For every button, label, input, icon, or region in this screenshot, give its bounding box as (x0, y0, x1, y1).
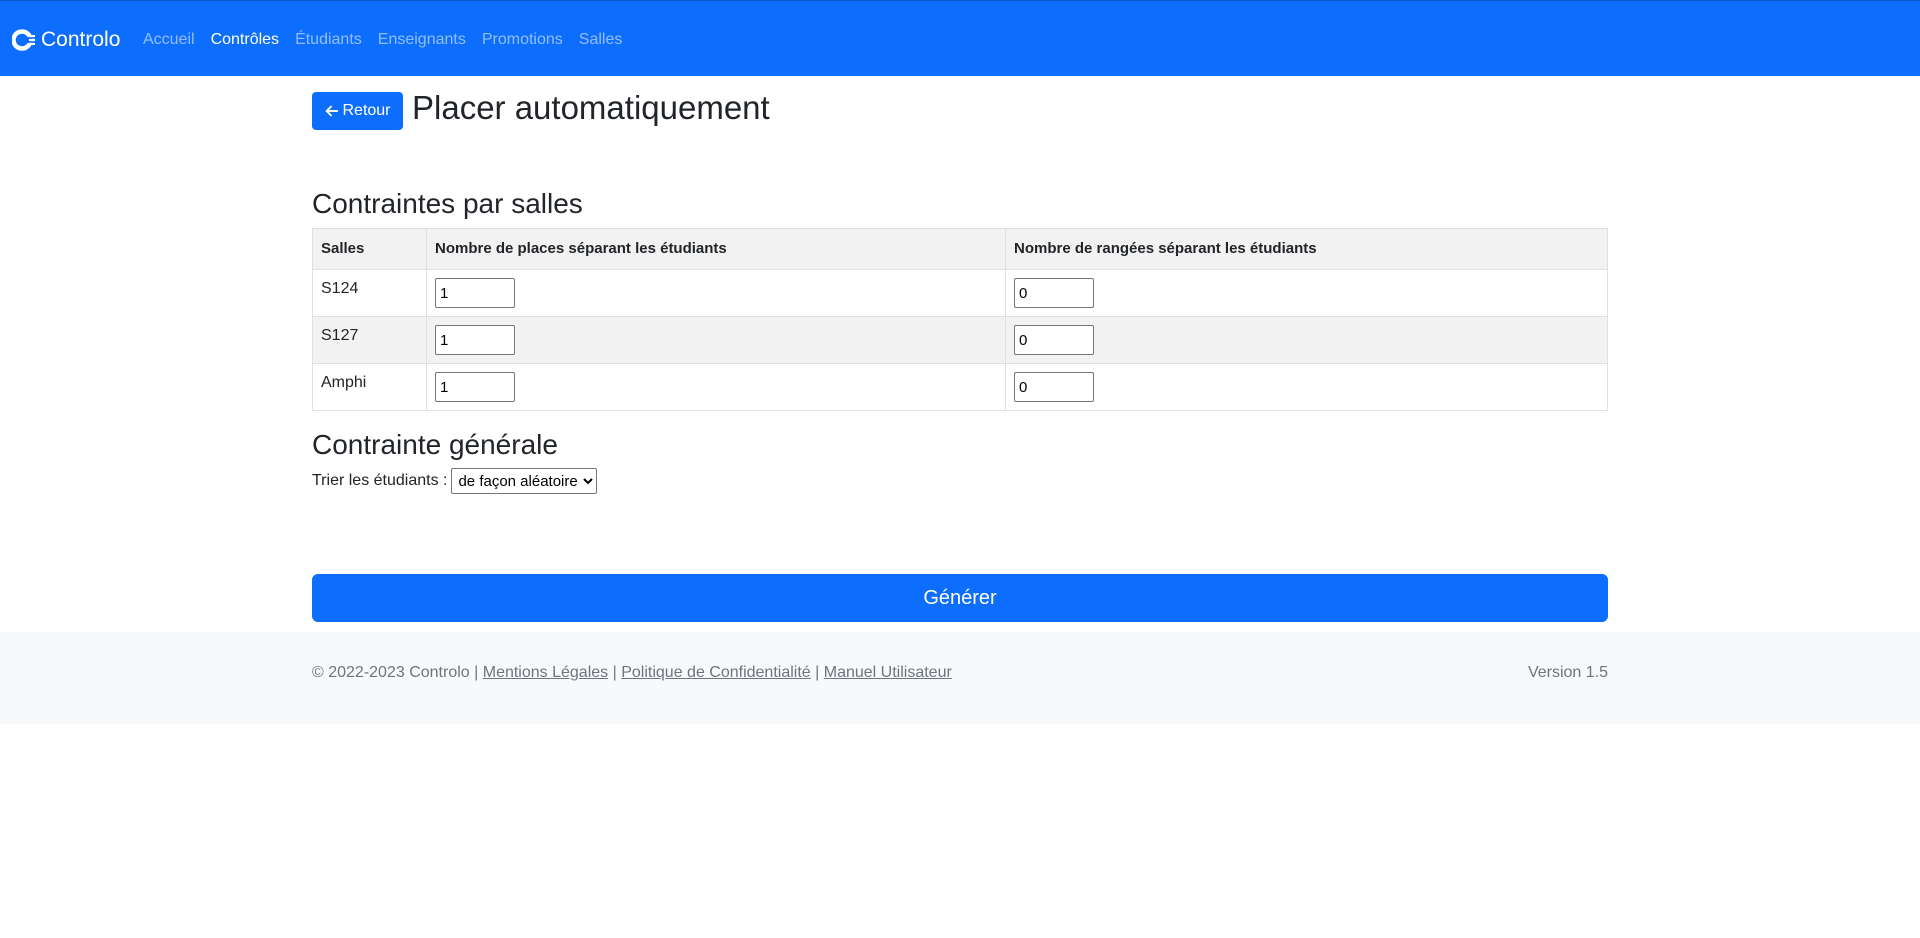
footer-separator: | (474, 664, 479, 681)
places-input[interactable] (435, 325, 515, 355)
table-header-row: Salles Nombre de places séparant les étu… (312, 228, 1608, 270)
contraintes-salles-title: Contraintes par salles (312, 188, 583, 219)
column-header-places: Nombre de places séparant les étudiants (426, 228, 1006, 270)
footer-version: Version 1.5 (1527, 664, 1608, 681)
footer-left: © 2022-2023 Controlo | Mentions Légales … (312, 661, 952, 685)
column-header-rangees: Nombre de rangées séparant les étudiants (1005, 228, 1608, 270)
back-button-label: Retour (342, 102, 391, 119)
main-nav: Accueil Contrôles Étudiants Enseignants … (143, 29, 622, 51)
nav-item-accueil[interactable]: Accueil (143, 29, 195, 51)
footer-separator: | (612, 664, 617, 681)
rangees-cell (1005, 269, 1608, 317)
places-cell (426, 316, 1006, 364)
nav-item-controles[interactable]: Contrôles (211, 29, 279, 51)
rangees-cell (1005, 363, 1608, 411)
places-input[interactable] (435, 372, 515, 402)
back-button[interactable]: Retour (312, 92, 403, 130)
page-title: Placer automatiquement (412, 89, 770, 126)
navbar: Controlo Accueil Contrôles Étudiants Ens… (0, 0, 1920, 76)
tri-row: Trier les étudiants : de façon aléatoire (312, 468, 598, 494)
places-input[interactable] (435, 278, 515, 308)
tri-label: Trier les étudiants : (312, 472, 448, 489)
politique-confidentialite-link[interactable]: Politique de Confidentialité (621, 664, 810, 681)
salle-name: S127 (312, 316, 427, 364)
manuel-utilisateur-link[interactable]: Manuel Utilisateur (824, 664, 952, 681)
nav-item-promotions[interactable]: Promotions (482, 29, 563, 51)
salle-name: S124 (312, 269, 427, 317)
arrow-left-icon (326, 105, 339, 117)
rangees-input[interactable] (1014, 372, 1094, 402)
salle-name: Amphi (312, 363, 427, 411)
footer-separator: | (815, 664, 820, 681)
rangees-input[interactable] (1014, 278, 1094, 308)
nav-item-enseignants[interactable]: Enseignants (378, 29, 466, 51)
nav-item-salles[interactable]: Salles (579, 29, 623, 51)
controlo-logo-icon (12, 29, 36, 51)
footer: © 2022-2023 Controlo | Mentions Légales … (0, 632, 1920, 724)
mentions-legales-link[interactable]: Mentions Légales (483, 664, 608, 681)
table-row: Amphi (312, 363, 1608, 411)
contrainte-generale-title: Contrainte générale (312, 429, 558, 460)
brand-link[interactable]: Controlo (12, 25, 120, 55)
places-cell (426, 363, 1006, 411)
tri-select[interactable]: de façon aléatoire (451, 468, 598, 494)
rangees-cell (1005, 316, 1608, 364)
rangees-input[interactable] (1014, 325, 1094, 355)
footer-copyright: © 2022-2023 Controlo (312, 664, 470, 681)
contraintes-salles-table: Salles Nombre de places séparant les étu… (312, 228, 1608, 411)
table-row: S127 (312, 316, 1608, 364)
table-row: S124 (312, 269, 1608, 317)
brand-name: Controlo (41, 28, 121, 51)
nav-item-etudiants[interactable]: Étudiants (295, 29, 362, 51)
places-cell (426, 269, 1006, 317)
column-header-salles: Salles (312, 228, 427, 270)
generate-button[interactable]: Générer (312, 574, 1608, 622)
